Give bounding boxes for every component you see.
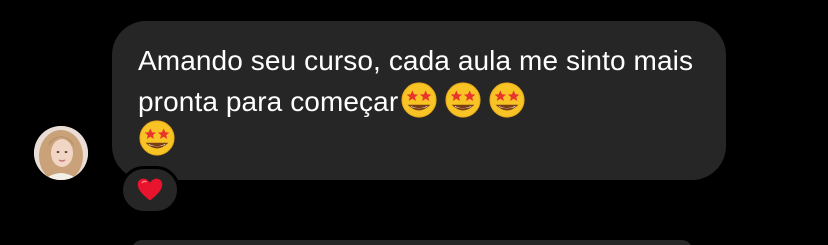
star-struck-icon [489,82,525,118]
message-bubble[interactable]: Amando seu curso, cada aula me sinto mai… [112,21,726,180]
star-struck-icon [401,82,437,118]
star-struck-icon [139,120,175,156]
next-message-bubble [132,240,692,245]
heart-icon [137,178,163,201]
avatar[interactable] [34,126,88,180]
chat-screen: Amando seu curso, cada aula me sinto mai… [0,0,828,245]
reaction-badge[interactable] [120,166,180,214]
message-text: Amando seu curso, cada aula me sinto mai… [138,41,698,157]
star-struck-icon [445,82,481,118]
avatar-image [34,126,88,180]
